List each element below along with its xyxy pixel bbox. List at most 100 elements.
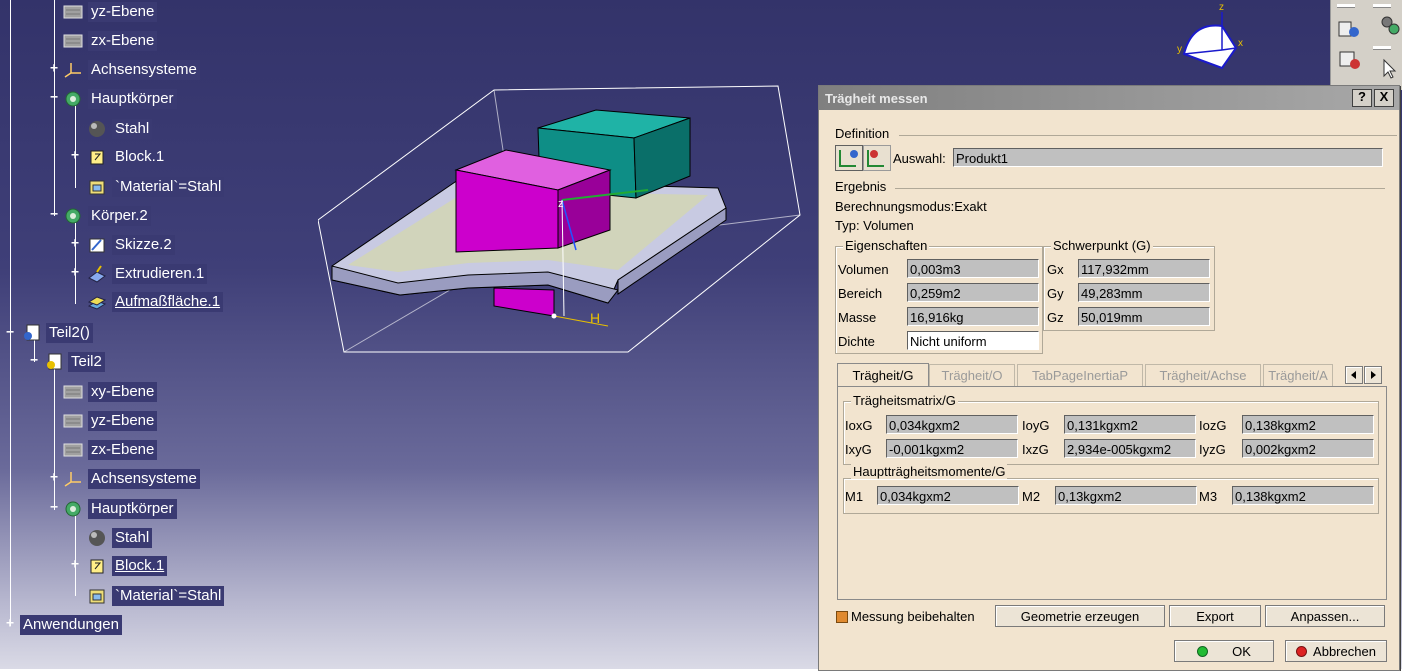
tree-label: yz-Ebene [88, 411, 158, 431]
help-button[interactable]: ? [1352, 89, 1372, 107]
tree-node-block[interactable]: Block.1 [86, 146, 168, 168]
expand-icon[interactable]: + [49, 471, 59, 484]
ok-label: OK [1232, 643, 1251, 659]
tree-node-yz-plane[interactable]: yz-Ebene [62, 410, 158, 432]
compass-x-label: x [1238, 38, 1243, 49]
tree-node-sketch[interactable]: Skizze.2 [86, 234, 175, 256]
ixyg-field[interactable]: -0,001kgxm2 [886, 439, 1018, 458]
measure-thickness-icon[interactable] [863, 145, 891, 171]
iyzg-field[interactable]: 0,002kgxm2 [1242, 439, 1374, 458]
properties-title: Eigenschaften [843, 238, 930, 253]
separator [899, 135, 1397, 136]
export-button[interactable]: Export [1169, 605, 1261, 627]
create-geometry-button[interactable]: Geometrie erzeugen [995, 605, 1165, 627]
tree-node-zx-plane[interactable]: zx-Ebene [62, 30, 158, 52]
tab-scroll-right-button[interactable] [1364, 366, 1382, 384]
close-button[interactable]: X [1374, 89, 1394, 107]
ixzg-field[interactable]: 2,934e-005kgxm2 [1064, 439, 1196, 458]
m2-field[interactable]: 0,13kgxm2 [1055, 486, 1197, 505]
tab-inertia-g[interactable]: Trägheit/G [837, 363, 929, 387]
iyzg-label: IyzG [1199, 442, 1226, 457]
select-cursor-icon[interactable] [1381, 58, 1399, 85]
tree-label: Hauptkörper [88, 89, 177, 109]
dialog-title-bar[interactable]: Trägheit messen ? X [819, 86, 1399, 110]
customize-button[interactable]: Anpassen... [1265, 605, 1385, 627]
ioxg-label: IoxG [845, 418, 873, 433]
cancel-button[interactable]: Abbrechen [1285, 640, 1387, 662]
tree-node-axis-systems[interactable]: Achsensysteme [62, 468, 200, 490]
m2-label: M2 [1022, 489, 1041, 504]
ioyg-field[interactable]: 0,131kgxm2 [1064, 415, 1196, 434]
tree-node-material-param[interactable]: `Material`=Stahl [86, 585, 225, 607]
tree-node-part2[interactable]: Teil2 [42, 351, 105, 373]
keep-measure-checkbox[interactable] [836, 611, 848, 623]
dialog-title: Trägheit messen [825, 90, 928, 106]
collapse-icon[interactable]: − [49, 501, 59, 514]
tree-node-body-2[interactable]: Körper.2 [62, 205, 151, 227]
tree-label: Teil2 [68, 352, 105, 372]
density-label: Dichte [838, 334, 875, 349]
density-field[interactable]: Nicht uniform [907, 331, 1039, 350]
area-field[interactable]: 0,259m2 [907, 283, 1039, 302]
tree-node-yz-plane[interactable]: yz-Ebene [62, 1, 158, 23]
tree-node-main-body[interactable]: Hauptkörper [62, 88, 177, 110]
ok-button[interactable]: OK [1174, 640, 1274, 662]
m3-field[interactable]: 0,138kgxm2 [1232, 486, 1374, 505]
measure-between-icon[interactable] [1337, 18, 1361, 45]
right-toolbar [1330, 0, 1402, 90]
measure-inertia-icon[interactable] [1337, 48, 1363, 77]
tree-node-material[interactable]: Stahl [86, 527, 153, 549]
tree-node-offset-surface[interactable]: Aufmaßfläche.1 [86, 291, 224, 313]
tree-node-axis-systems[interactable]: Achsensysteme [62, 59, 200, 81]
measure-item-icon[interactable] [835, 145, 863, 171]
tree-node-applications[interactable]: Anwendungen [20, 614, 122, 636]
tree-node-xy-plane[interactable]: xy-Ebene [62, 381, 158, 403]
gear-icon [62, 89, 84, 109]
expand-icon[interactable]: + [70, 149, 80, 162]
selection-field[interactable]: Produkt1 [953, 148, 1383, 167]
tree-node-material-param[interactable]: `Material`=Stahl [86, 176, 225, 198]
3d-model[interactable] [318, 80, 818, 360]
tree-node-main-body[interactable]: Hauptkörper [62, 498, 177, 520]
collapse-icon[interactable]: − [29, 354, 39, 367]
ok-icon [1197, 645, 1209, 657]
iozg-field[interactable]: 0,138kgxm2 [1242, 415, 1374, 434]
tab-scroll-left-button[interactable] [1345, 366, 1363, 384]
collapse-icon[interactable]: − [49, 91, 59, 104]
expand-icon[interactable]: + [5, 617, 15, 630]
m1-field[interactable]: 0,034kgxm2 [877, 486, 1019, 505]
tree-label: xy-Ebene [88, 382, 158, 402]
mass-label: Masse [838, 310, 877, 325]
collapse-icon[interactable]: − [49, 208, 59, 221]
gx-field[interactable]: 117,932mm [1078, 259, 1210, 278]
expand-icon[interactable]: + [70, 237, 80, 250]
gy-field[interactable]: 49,283mm [1078, 283, 1210, 302]
tree-node-extrude[interactable]: Extrudieren.1 [86, 263, 208, 285]
plane-icon [62, 382, 84, 402]
expand-icon[interactable]: + [70, 266, 80, 279]
tree-label: zx-Ebene [88, 31, 158, 51]
mass-field[interactable]: 16,916kg [907, 307, 1039, 326]
tree-node-zx-plane[interactable]: zx-Ebene [62, 439, 158, 461]
ioxg-field[interactable]: 0,034kgxm2 [886, 415, 1018, 434]
tab-inertia-p[interactable]: TabPageInertiaP [1017, 364, 1143, 386]
tree-node-part2-instance[interactable]: Teil2() [20, 322, 93, 344]
gears-icon[interactable] [1379, 14, 1401, 41]
tree-label: `Material`=Stahl [112, 586, 225, 606]
tree-node-block[interactable]: Block.1 [86, 555, 168, 577]
axis-system-icon [62, 60, 84, 80]
tree-node-material[interactable]: Stahl [86, 118, 153, 140]
gz-field[interactable]: 50,019mm [1078, 307, 1210, 326]
m3-label: M3 [1199, 489, 1218, 504]
volume-field[interactable]: 0,003m3 [907, 259, 1039, 278]
expand-icon[interactable]: + [70, 558, 80, 571]
parameter-icon [86, 586, 108, 606]
collapse-icon[interactable]: − [5, 326, 15, 339]
tab-inertia-axis[interactable]: Trägheit/Achse [1145, 364, 1261, 386]
tab-inertia-a[interactable]: Trägheit/A [1263, 364, 1333, 386]
tree-label: Achsensysteme [88, 60, 200, 80]
expand-icon[interactable]: + [49, 62, 59, 75]
tab-inertia-o[interactable]: Trägheit/O [929, 364, 1015, 386]
pad-icon [86, 147, 108, 167]
tree-label: Achsensysteme [88, 469, 200, 489]
